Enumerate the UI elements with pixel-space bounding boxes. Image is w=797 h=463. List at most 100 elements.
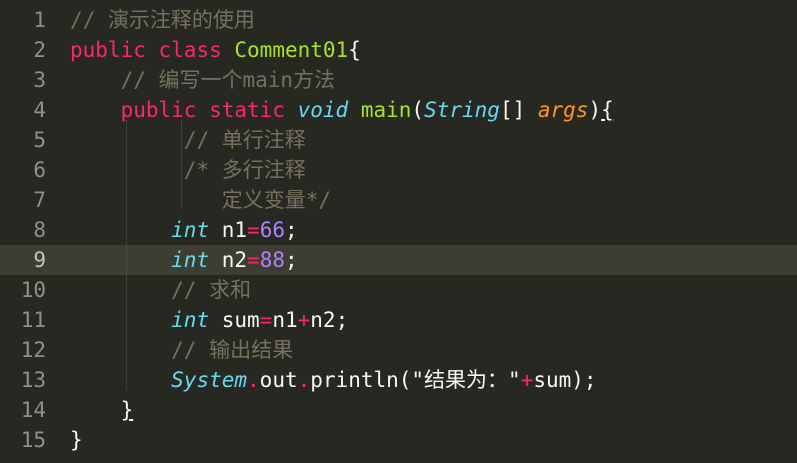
code-token: }	[120, 398, 134, 422]
code-text: 定义变量*/	[70, 185, 331, 215]
code-token: +	[297, 308, 311, 332]
code-text: }	[70, 395, 134, 425]
line-number: 7	[33, 188, 46, 212]
code-line[interactable]: 2 public class Comment01{	[0, 35, 797, 65]
code-token: public	[120, 98, 197, 122]
line-number: 11	[20, 308, 46, 332]
indent-guide	[126, 120, 127, 390]
code-token: int	[171, 248, 210, 272]
code-token: =	[259, 308, 273, 332]
code-line[interactable]: 10 // 求和	[0, 275, 797, 305]
code-line[interactable]: 6 /* 多行注释	[0, 155, 797, 185]
code-token: +	[520, 368, 534, 392]
line-number: 13	[20, 368, 46, 392]
code-token: out	[259, 368, 298, 392]
code-token: .	[247, 368, 260, 392]
code-token: ;	[284, 248, 298, 272]
line-number: 14	[20, 398, 46, 422]
code-line[interactable]: 11 int sum=n1+n2;	[0, 305, 797, 335]
code-token: class	[158, 38, 222, 62]
code-line[interactable]: 14 }	[0, 395, 797, 425]
code-text: public class Comment01{	[70, 35, 361, 65]
indent-guide	[181, 120, 182, 210]
code-token: static	[209, 98, 285, 122]
line-number: 12	[20, 338, 46, 362]
line-number: 5	[33, 128, 46, 152]
code-text: int n2=88;	[70, 245, 298, 275]
code-token: ;	[284, 218, 298, 242]
code-token: // 演示注释的使用	[70, 8, 255, 32]
code-token: // 单行注释	[183, 128, 306, 152]
code-token: n2;	[310, 308, 349, 332]
line-number: 8	[33, 218, 46, 242]
code-token: 定义变量*/	[221, 188, 332, 212]
code-token: =	[247, 248, 260, 272]
code-text: // 编写一个main方法	[70, 65, 336, 95]
code-line[interactable]: 12 // 输出结果	[0, 335, 797, 365]
code-token: println("结果为："	[310, 368, 521, 392]
code-token: sum);	[533, 368, 597, 392]
code-text: /* 多行注释	[70, 155, 306, 185]
code-line[interactable]: 3 // 编写一个main方法	[0, 65, 797, 95]
code-editor[interactable]: 1// 演示注释的使用 2 public class Comment01{3 // …	[0, 0, 797, 463]
code-token: // 编写一个main方法	[120, 68, 336, 92]
code-token: )	[588, 98, 602, 122]
code-text: // 演示注释的使用	[70, 5, 255, 35]
code-token: {	[348, 38, 361, 62]
code-token: {	[601, 98, 614, 122]
code-token: String	[424, 98, 500, 122]
code-token: .	[297, 368, 311, 392]
code-text: int n1=66;	[70, 215, 298, 245]
code-token: n1	[209, 218, 248, 242]
code-line[interactable]: 1 // 演示注释的使用	[0, 5, 797, 35]
line-number: 6	[33, 158, 46, 182]
code-token: int	[171, 308, 210, 332]
code-line[interactable]: 15}	[0, 425, 797, 455]
code-line[interactable]: 13 System.out.println("结果为："+sum);	[0, 365, 797, 395]
code-token: int	[171, 218, 210, 242]
code-token: 88	[259, 248, 285, 272]
code-token: Comment01	[234, 38, 349, 62]
code-text: // 求和	[70, 275, 251, 305]
code-token: main	[360, 98, 412, 122]
code-token: /* 多行注释	[183, 158, 306, 182]
code-text: // 单行注释	[70, 125, 306, 155]
code-token: System	[171, 368, 248, 392]
line-number: 4	[33, 98, 46, 122]
code-token: public	[70, 38, 146, 62]
code-line[interactable]: 9 int n2=88;	[0, 245, 797, 275]
line-number: 1	[33, 8, 46, 32]
code-token: n2	[209, 248, 248, 272]
line-number: 10	[20, 278, 46, 302]
code-token: }	[70, 428, 83, 452]
code-line[interactable]: 8 int n1=66;	[0, 215, 797, 245]
code-token: n1	[272, 308, 298, 332]
line-number: 2	[33, 38, 46, 62]
code-token: (	[411, 98, 425, 122]
code-token: // 求和	[171, 278, 252, 302]
code-text: public static void main(String[] args){	[70, 95, 614, 125]
code-text: }	[70, 425, 83, 455]
code-line[interactable]: 4 public static void main(String[] args)…	[0, 95, 797, 125]
code-token: 66	[259, 218, 285, 242]
code-token: =	[247, 218, 260, 242]
code-token: // 输出结果	[171, 338, 294, 362]
line-number: 9	[0, 245, 46, 275]
code-line[interactable]: 7 定义变量*/	[0, 185, 797, 215]
code-line[interactable]: 5 // 单行注释	[0, 125, 797, 155]
